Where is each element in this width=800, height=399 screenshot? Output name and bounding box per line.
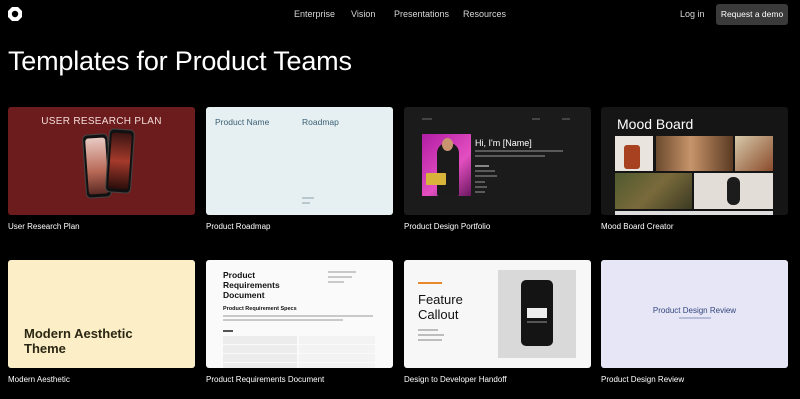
request-demo-button[interactable]: Request a demo [716,4,788,25]
decorative-line [475,191,485,193]
template-caption[interactable]: User Research Plan [8,222,80,231]
decorative-line [562,118,570,120]
thumbnail-title: Feature Callout [418,292,463,322]
decorative-line [475,175,497,177]
template-card-roadmap[interactable]: Product Name Roadmap Product Roadmap [206,107,393,237]
template-caption[interactable]: Product Design Portfolio [404,222,490,231]
thumbnail-title: USER RESEARCH PLAN [41,116,162,127]
decorative-line [475,181,485,183]
template-thumbnail[interactable]: Product Name Roadmap [206,107,393,215]
nav-presentations[interactable]: Presentations [394,9,449,19]
decorative-line [418,329,438,331]
template-thumbnail[interactable]: Mood Board [601,107,788,215]
decorative-line [328,271,356,273]
thumbnail-title: Product Design Review [652,306,737,315]
decorative-line [223,315,373,317]
template-caption[interactable]: Design to Developer Handoff [404,375,507,384]
template-caption[interactable]: Product Roadmap [206,222,270,231]
template-thumbnail[interactable]: Feature Callout [404,260,591,368]
decorative-line [679,317,711,319]
template-caption[interactable]: Modern Aesthetic [8,375,70,384]
portfolio-photo-head [442,138,453,151]
nav-vision[interactable]: Vision [351,9,375,19]
table-row [223,354,375,362]
decorative-line [475,150,563,152]
decorative-line [532,118,540,120]
decorative-line [328,276,352,278]
phone-mockup [521,280,553,346]
nav-resources[interactable]: Resources [463,9,506,19]
table-row [223,345,375,353]
thumbnail-title: Mood Board [617,116,694,132]
decorative-tag [418,282,442,284]
template-thumbnail[interactable]: Modern Aesthetic Theme [8,260,195,368]
nav-enterprise[interactable]: Enterprise [294,9,335,19]
mood-image [624,145,640,169]
template-card-user-research[interactable]: USER RESEARCH PLAN User Research Plan [8,107,195,237]
table-row [223,363,375,368]
template-thumbnail[interactable]: Hi, I'm [Name] [404,107,591,215]
template-thumbnail[interactable]: Product Requirements Document Product Re… [206,260,393,368]
decorative-line [475,165,489,167]
top-navigation: Enterprise Vision Presentations Resource… [0,0,800,30]
mood-image [727,177,740,205]
mood-image [656,136,733,171]
template-caption[interactable]: Product Design Review [601,375,684,384]
mood-image [615,211,773,215]
template-caption[interactable]: Product Requirements Document [206,375,324,384]
template-caption[interactable]: Mood Board Creator [601,222,673,231]
thumbnail-title: Hi, I'm [Name] [475,138,532,148]
page-title: Templates for Product Teams [8,46,352,76]
thumbnail-title: Modern Aesthetic Theme [24,326,133,356]
template-card-modern-aesthetic[interactable]: Modern Aesthetic Theme Modern Aesthetic [8,260,195,390]
portfolio-photo-laptop [426,173,446,185]
decorative-line [475,186,487,188]
decorative-line [475,155,545,157]
thumbnail-title: Product Name [215,117,270,127]
thumbnail-subtitle: Product Requirement Specs [223,306,297,312]
table-row [223,336,375,344]
decorative-line [475,170,495,172]
decorative-line [223,330,233,332]
template-thumbnail[interactable]: USER RESEARCH PLAN [8,107,195,215]
logo-icon[interactable] [8,7,22,21]
template-card-design-review[interactable]: Product Design Review Product Design Rev… [601,260,788,390]
decorative-line [328,281,344,283]
decorative-line [223,319,343,321]
decorative-line [302,202,310,204]
login-link[interactable]: Log in [680,9,705,19]
thumbnail-subtitle: Roadmap [302,117,339,127]
template-card-portfolio[interactable]: Hi, I'm [Name] Product Design Portfolio [404,107,591,237]
mood-image [615,173,692,209]
template-card-mood-board[interactable]: Mood Board Mood Board Creator [601,107,788,237]
template-card-handoff[interactable]: Feature Callout Design to Developer Hand… [404,260,591,390]
decorative-line [418,339,442,341]
decorative-line [422,118,432,120]
template-card-prd[interactable]: Product Requirements Document Product Re… [206,260,393,390]
decorative-line [418,334,444,336]
mood-image [735,136,773,171]
thumbnail-title: Product Requirements Document [223,270,280,300]
decorative-line [302,197,314,199]
template-thumbnail[interactable]: Product Design Review [601,260,788,368]
phone-mockup [104,128,136,194]
